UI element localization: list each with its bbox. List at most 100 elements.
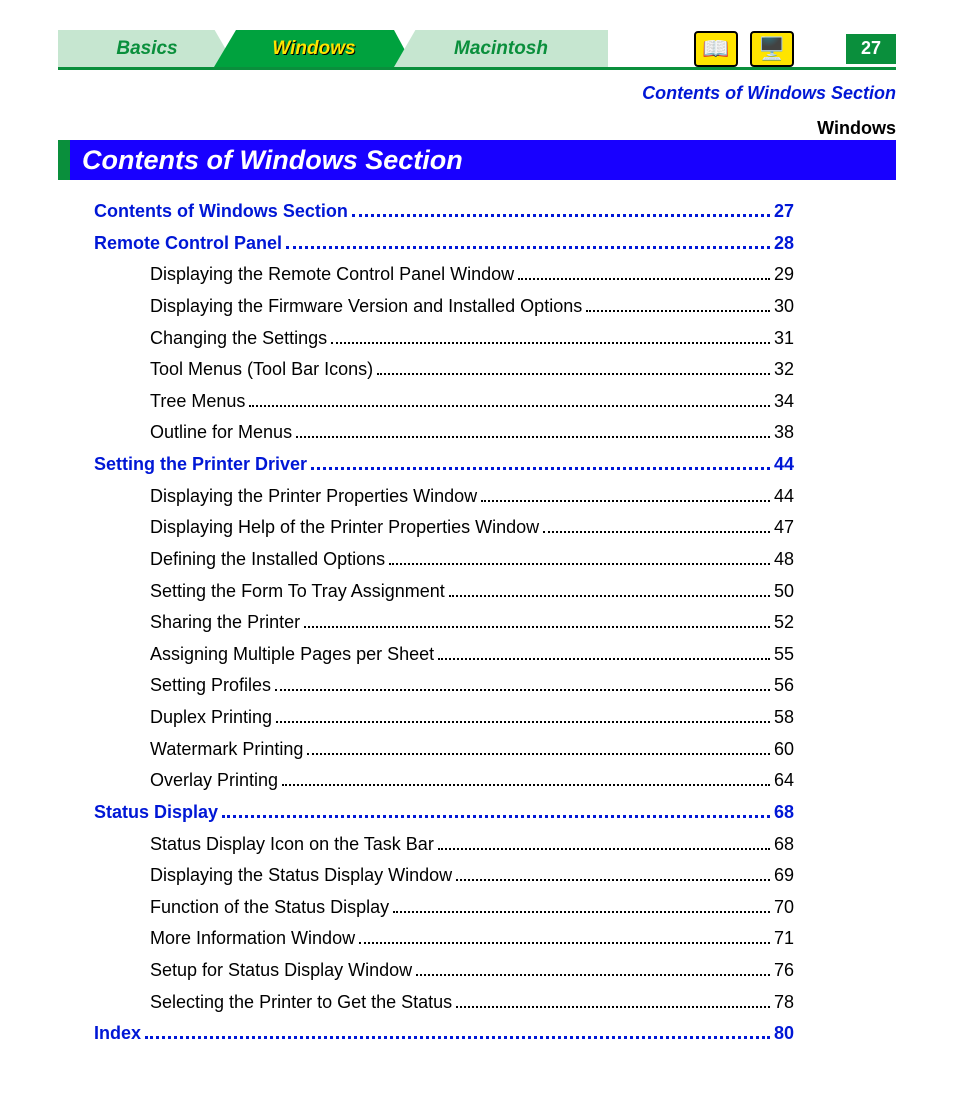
toc-leader-dots [438,833,770,849]
toc-entry-page: 76 [774,957,794,984]
toc-entry-page: 52 [774,609,794,636]
toc-sub-link[interactable]: Defining the Installed Options48 [94,546,794,573]
toc-sub-link[interactable]: Overlay Printing 64 [94,767,794,794]
toc-sub-link[interactable]: Watermark Printing 60 [94,736,794,763]
toc-sub-link[interactable]: Changing the Settings 31 [94,325,794,352]
toc-entry-title: Displaying the Remote Control Panel Wind… [150,261,514,288]
toc-entry-title: Displaying the Firmware Version and Inst… [150,293,582,320]
toc-leader-dots [416,960,770,976]
tab-macintosh-label: Macintosh [454,38,548,60]
toc-entry-page: 64 [774,767,794,794]
toc-entry-page: 44 [774,483,794,510]
tab-windows[interactable]: Windows [214,30,414,67]
toc-section-link[interactable]: Setting the Printer Driver 44 [94,451,794,478]
toc-entry-title: Overlay Printing [150,767,278,794]
toc-entry-title: Displaying the Printer Properties Window [150,483,477,510]
toc-section-link[interactable]: Index80 [94,1020,794,1047]
toc-entry-title: Assigning Multiple Pages per Sheet [150,641,434,668]
toc-entry-page: 78 [774,989,794,1016]
toc-entry-page: 27 [774,198,794,225]
toc-leader-dots [304,612,770,628]
toc-leader-dots [456,991,770,1007]
tab-macintosh[interactable]: Macintosh [394,30,608,67]
toc-entry-title: Contents of Windows Section [94,198,348,225]
toc-entry-page: 60 [774,736,794,763]
toc-leader-dots [296,422,770,438]
toc-entry-title: Changing the Settings [150,325,327,352]
toc-entry-title: Watermark Printing [150,736,303,763]
toc-entry-page: 80 [774,1020,794,1047]
nav-icons-area: 📖 🖥️ 27 [608,30,896,67]
toc-entry-title: Function of the Status Display [150,894,389,921]
toc-sub-link[interactable]: Displaying the Status Display Window 69 [94,862,794,889]
toc-sub-link[interactable]: Outline for Menus38 [94,419,794,446]
toc-entry-page: 44 [774,451,794,478]
toc-leader-dots [222,802,770,818]
toc-sub-link[interactable]: Tree Menus34 [94,388,794,415]
toc-sub-link[interactable]: Displaying Help of the Printer Propertie… [94,514,794,541]
tab-basics[interactable]: Basics [58,30,236,67]
toc-entry-title: Duplex Printing [150,704,272,731]
toc-sub-link[interactable]: Displaying the Remote Control Panel Wind… [94,261,794,288]
toc-leader-dots [307,738,770,754]
toc-sub-link[interactable]: Setting the Form To Tray Assignment 50 [94,578,794,605]
toc-sub-link[interactable]: Selecting the Printer to Get the Status 7… [94,989,794,1016]
toc-entry-title: Sharing the Printer [150,609,300,636]
toc-entry-title: Remote Control Panel [94,230,282,257]
page-number-badge: 27 [846,34,896,64]
page-title: Contents of Windows Section [58,140,896,180]
toc-entry-page: 28 [774,230,794,257]
toc-leader-dots [145,1023,770,1039]
toc-entry-title: Displaying Help of the Printer Propertie… [150,514,539,541]
toc-sub-link[interactable]: Function of the Status Display 70 [94,894,794,921]
toc-sub-link[interactable]: Displaying the Firmware Version and Inst… [94,293,794,320]
toc-entry-page: 38 [774,419,794,446]
toc-leader-dots [286,232,770,248]
toc-entry-page: 56 [774,672,794,699]
toc-leader-dots [282,770,770,786]
toc-leader-dots [311,454,770,470]
toc-sub-link[interactable]: Assigning Multiple Pages per Sheet55 [94,641,794,668]
network-icon[interactable]: 🖥️ [750,31,794,67]
toc-entry-title: Setting the Printer Driver [94,451,307,478]
toc-entry-page: 30 [774,293,794,320]
toc-entry-title: Selecting the Printer to Get the Status [150,989,452,1016]
toc-entry-page: 31 [774,325,794,352]
toc-entry-title: Setup for Status Display Window [150,957,412,984]
toc-entry-page: 68 [774,831,794,858]
toc-leader-dots [449,580,770,596]
toc-leader-dots [276,707,770,723]
toc-entry-title: Displaying the Status Display Window [150,862,452,889]
toc-entry-page: 48 [774,546,794,573]
toc-leader-dots [543,517,770,533]
toc-leader-dots [275,675,770,691]
toc-section-link[interactable]: Remote Control Panel 28 [94,230,794,257]
toc-sub-link[interactable]: Displaying the Printer Properties Window… [94,483,794,510]
toc-entry-page: 69 [774,862,794,889]
toc-sub-link[interactable]: Setup for Status Display Window 76 [94,957,794,984]
toc-entry-title: Setting Profiles [150,672,271,699]
toc-entry-page: 50 [774,578,794,605]
toc-entry-title: Setting the Form To Tray Assignment [150,578,445,605]
toc-section-link[interactable]: Contents of Windows Section 27 [94,198,794,225]
toc-sub-link[interactable]: Status Display Icon on the Task Bar68 [94,831,794,858]
toc-sub-link[interactable]: Setting Profiles 56 [94,672,794,699]
toc-leader-dots [352,201,770,217]
book-icon[interactable]: 📖 [694,31,738,67]
toc-sub-link[interactable]: Duplex Printing58 [94,704,794,731]
toc-sub-link[interactable]: More Information Window71 [94,925,794,952]
toc-entry-page: 29 [774,261,794,288]
tab-windows-label: Windows [272,38,355,60]
toc-entry-title: Status Display [94,799,218,826]
toc-section-link[interactable]: Status Display68 [94,799,794,826]
toc-sub-link[interactable]: Sharing the Printer 52 [94,609,794,636]
toc-leader-dots [331,327,770,343]
toc-entry-title: Tool Menus (Tool Bar Icons) [150,356,373,383]
tab-basics-label: Basics [116,38,177,60]
toc-leader-dots [389,549,770,565]
toc-entry-page: 34 [774,388,794,415]
nav-bar: Basics Windows Macintosh 📖 🖥️ 27 [58,30,896,70]
breadcrumb[interactable]: Contents of Windows Section [642,83,896,104]
toc-sub-link[interactable]: Tool Menus (Tool Bar Icons)32 [94,356,794,383]
toc-entry-page: 70 [774,894,794,921]
